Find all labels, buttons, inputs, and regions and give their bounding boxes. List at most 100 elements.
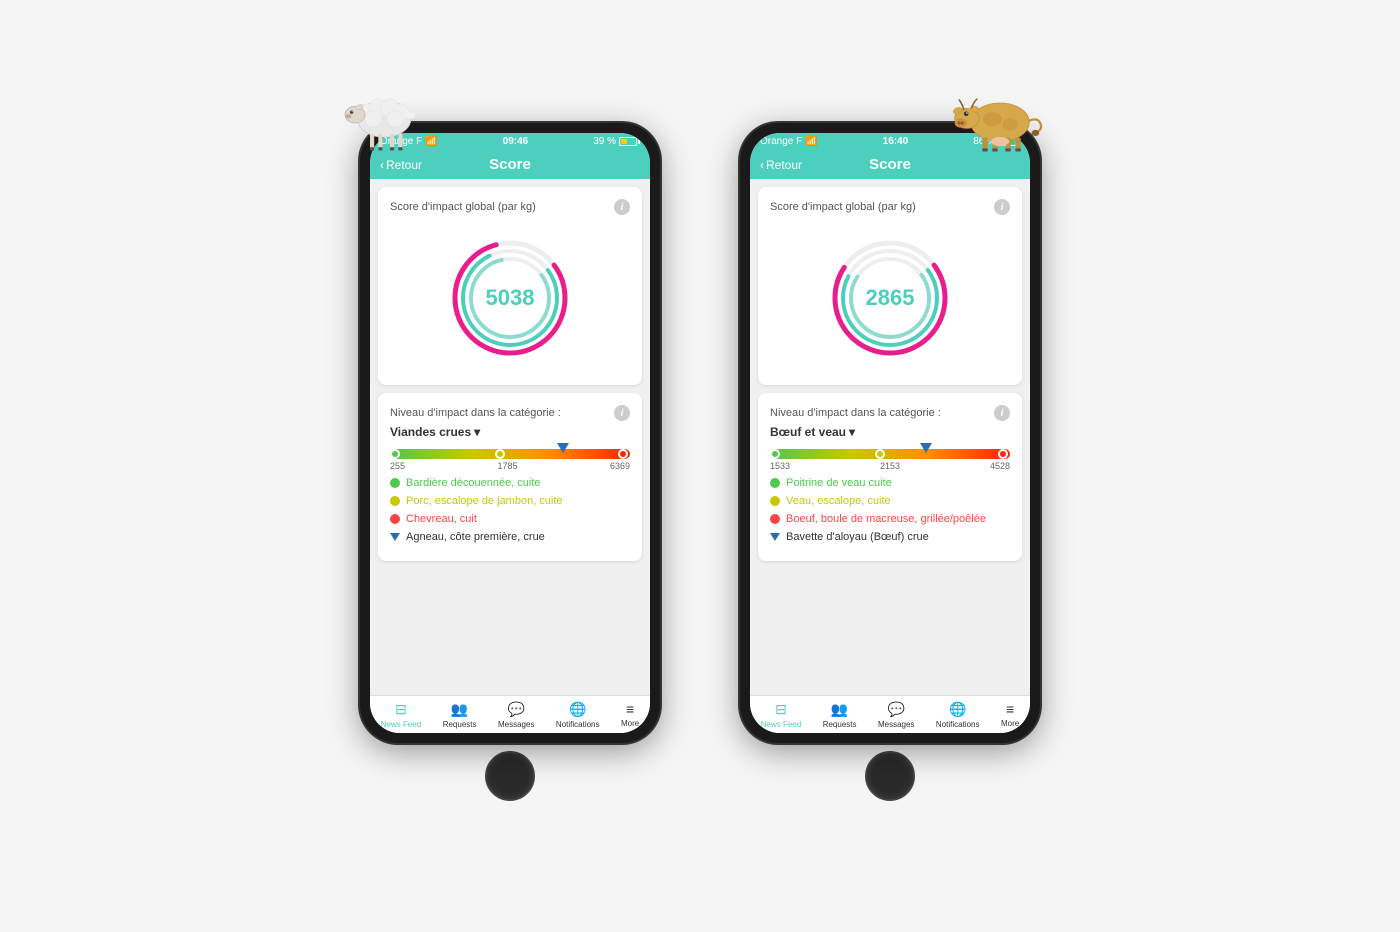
tab-requests-icon-2: 👥 (831, 701, 848, 718)
wifi-icon-2: 📶 (805, 136, 817, 147)
carrier-2: Orange F (760, 136, 802, 147)
bar-dot-green-2 (770, 449, 780, 459)
nav-title-1: Score (489, 156, 531, 173)
score-card-title-1: Score d'impact global (par kg) i (390, 199, 630, 215)
battery-icon-1 (619, 137, 640, 146)
gauge-value-1: 5038 (486, 285, 535, 311)
tab-newsfeed-1[interactable]: ⊟ News Feed (381, 701, 421, 729)
tab-more-icon-2: ≡ (1006, 701, 1014, 717)
tab-messages-icon-2: 💬 (887, 701, 904, 718)
bar-labels-2: 1533 2153 4528 (770, 461, 1010, 471)
content-1: Score d'impact global (par kg) i (370, 179, 650, 695)
impact-info-1[interactable]: i (614, 405, 630, 421)
sheep-image (330, 68, 430, 153)
info-icon-1[interactable]: i (614, 199, 630, 215)
legend-item-2-2: Boeuf, boule de macreuse, grillée/poêlée (770, 513, 1010, 525)
dot-green-2-0 (770, 478, 780, 488)
legend-item-1-3: Agneau, côte première, crue (390, 531, 630, 543)
legend-item-1-1: Porc, escalope de jambon, cuite (390, 495, 630, 507)
phone-2: Orange F 📶 16:40 86 % ‹ (740, 123, 1040, 809)
triangle-2-3 (770, 533, 780, 541)
bar-dot-red-2 (998, 449, 1008, 459)
bar-dot-yellow-1 (495, 449, 505, 459)
tab-newsfeed-2[interactable]: ⊟ News Feed (761, 701, 801, 729)
content-2: Score d'impact global (par kg) i (750, 179, 1030, 695)
phone-home-button-1[interactable] (485, 751, 535, 801)
tab-notifications-icon-2: 🌐 (949, 701, 966, 718)
tab-notifications-2[interactable]: 🌐 Notifications (936, 701, 980, 729)
time-1: 09:46 (503, 136, 529, 147)
color-bar-1: 255 1785 6369 (390, 449, 630, 471)
back-chevron-1: ‹ (380, 158, 384, 172)
time-2: 16:40 (883, 136, 909, 147)
color-bar-2: 1533 2153 4528 (770, 449, 1010, 471)
tab-requests-2[interactable]: 👥 Requests (823, 701, 857, 729)
gauge-container-1: 5038 (390, 223, 630, 373)
legend-item-2-0: Poitrine de veau cuite (770, 477, 1010, 489)
tab-requests-icon-1: 👥 (451, 701, 468, 718)
legend-item-1-0: Bardière découennée, cuite (390, 477, 630, 489)
category-dropdown-1[interactable]: Viandes crues ▾ (390, 425, 630, 439)
phone-home-button-2[interactable] (865, 751, 915, 801)
dot-yellow-2-1 (770, 496, 780, 506)
info-icon-2[interactable]: i (994, 199, 1010, 215)
phone-1-body: Orange F 📶 09:46 39 % ‹ (360, 123, 660, 743)
triangle-1-3 (390, 533, 400, 541)
nav-title-2: Score (869, 156, 911, 173)
tab-requests-1[interactable]: 👥 Requests (443, 701, 477, 729)
impact-info-2[interactable]: i (994, 405, 1010, 421)
legend-item-2-3: Bavette d'aloyau (Bœuf) crue (770, 531, 1010, 543)
tab-newsfeed-icon-2: ⊟ (775, 701, 787, 718)
bar-triangle-2 (920, 443, 932, 453)
status-right-1: 39 % (593, 136, 640, 147)
dot-red-1-2 (390, 514, 400, 524)
bar-dot-yellow-2 (875, 449, 885, 459)
tab-more-1[interactable]: ≡ More (621, 701, 639, 729)
battery-pct-1: 39 % (593, 136, 616, 147)
gradient-bar-2 (770, 449, 1010, 459)
bar-triangle-1 (557, 443, 569, 453)
tab-notifications-1[interactable]: 🌐 Notifications (556, 701, 600, 729)
gradient-bar-1 (390, 449, 630, 459)
tab-bar-1: ⊟ News Feed 👥 Requests 💬 Messages 🌐 Noti… (370, 695, 650, 733)
nav-bar-2: ‹ Retour Score (750, 150, 1030, 179)
tab-more-2[interactable]: ≡ More (1001, 701, 1019, 729)
category-dropdown-2[interactable]: Bœuf et veau ▾ (770, 425, 1010, 439)
impact-section-2: Niveau d'impact dans la catégorie : i Bœ… (758, 393, 1022, 561)
impact-label-2: Niveau d'impact dans la catégorie : i (770, 405, 1010, 421)
back-button-1[interactable]: ‹ Retour (380, 158, 422, 172)
bar-labels-1: 255 1785 6369 (390, 461, 630, 471)
gauge-1: 5038 (445, 233, 575, 363)
tab-messages-2[interactable]: 💬 Messages (878, 701, 914, 729)
impact-label-1: Niveau d'impact dans la catégorie : i (390, 405, 630, 421)
status-left-2: Orange F 📶 (760, 136, 818, 147)
score-card-2: Score d'impact global (par kg) i (758, 187, 1022, 385)
bar-dot-green-1 (390, 449, 400, 459)
score-card-1: Score d'impact global (par kg) i (378, 187, 642, 385)
tab-bar-2: ⊟ News Feed 👥 Requests 💬 Messages 🌐 Noti… (750, 695, 1030, 733)
gauge-value-2: 2865 (866, 285, 915, 311)
phone-1: Orange F 📶 09:46 39 % ‹ (360, 123, 660, 809)
score-card-title-2: Score d'impact global (par kg) i (770, 199, 1010, 215)
dot-yellow-1-1 (390, 496, 400, 506)
dot-red-2-2 (770, 514, 780, 524)
tab-notifications-icon-1: 🌐 (569, 701, 586, 718)
cow-image (950, 73, 1050, 153)
dropdown-chevron-2: ▾ (849, 425, 855, 439)
phone-2-body: Orange F 📶 16:40 86 % ‹ (740, 123, 1040, 743)
gauge-2: 2865 (825, 233, 955, 363)
impact-section-1: Niveau d'impact dans la catégorie : i Vi… (378, 393, 642, 561)
back-button-2[interactable]: ‹ Retour (760, 158, 802, 172)
legend-item-2-1: Veau, escalope, cuite (770, 495, 1010, 507)
gauge-container-2: 2865 (770, 223, 1010, 373)
dropdown-chevron-1: ▾ (474, 425, 480, 439)
nav-bar-1: ‹ Retour Score (370, 150, 650, 179)
tab-messages-1[interactable]: 💬 Messages (498, 701, 534, 729)
tab-messages-icon-1: 💬 (507, 701, 524, 718)
back-chevron-2: ‹ (760, 158, 764, 172)
tab-more-icon-1: ≡ (626, 701, 634, 717)
tab-newsfeed-icon-1: ⊟ (395, 701, 407, 718)
dot-green-1-0 (390, 478, 400, 488)
bar-dot-red-1 (618, 449, 628, 459)
legend-item-1-2: Chevreau, cuit (390, 513, 630, 525)
